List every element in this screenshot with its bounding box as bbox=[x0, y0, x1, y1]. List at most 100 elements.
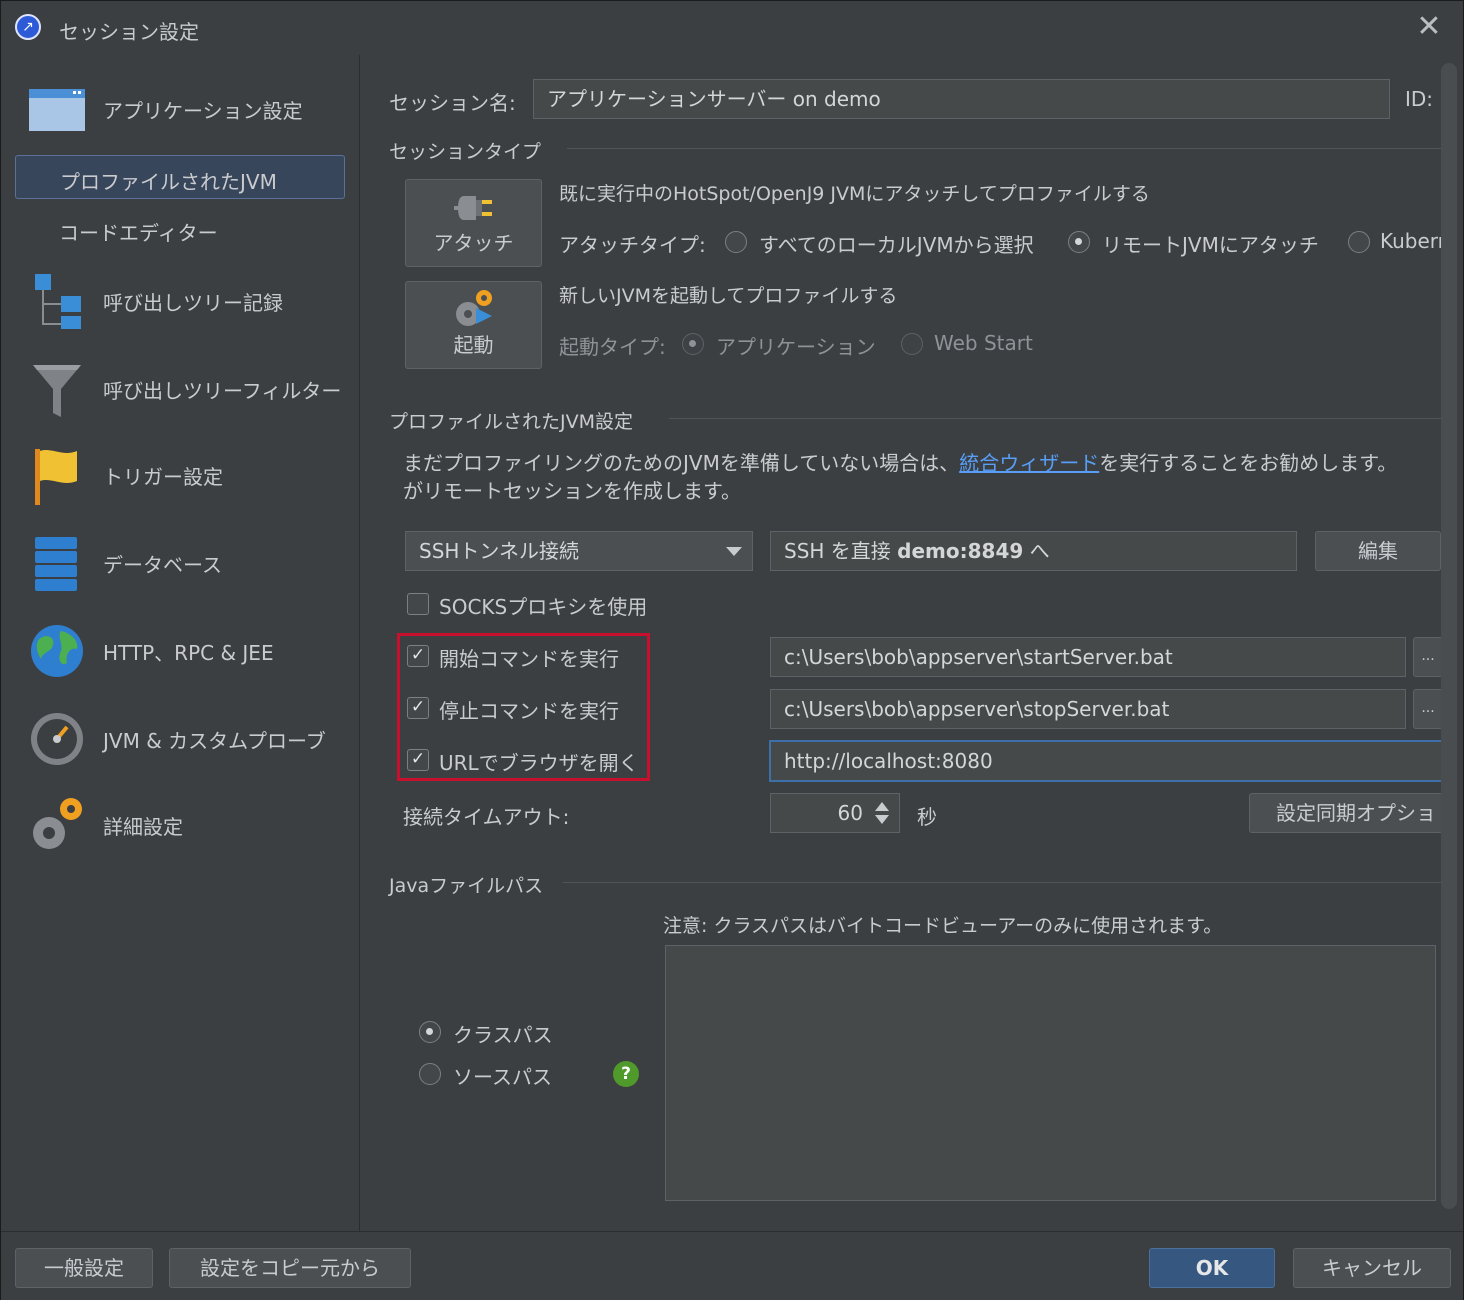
attach-local-radio[interactable] bbox=[725, 231, 747, 253]
footer-bar: 一般設定 設定をコピー元から OK キャンセル bbox=[1, 1231, 1463, 1300]
chevron-down-icon bbox=[726, 547, 742, 556]
socks-proxy-checkbox[interactable] bbox=[407, 593, 429, 615]
ok-button[interactable]: OK bbox=[1149, 1248, 1275, 1288]
timeout-unit-label: 秒 bbox=[917, 805, 937, 829]
attach-local-label: すべてのローカルJVMから選択 bbox=[759, 233, 1034, 257]
session-name-input[interactable]: アプリケーションサーバー on demo bbox=[533, 79, 1390, 119]
attach-description: 既に実行中のHotSpot/OpenJ9 JVMにアタッチしてプロファイルする bbox=[559, 183, 1150, 205]
connection-timeout-label: 接続タイムアウト: bbox=[403, 805, 570, 829]
stop-command-checkbox[interactable]: ✓ bbox=[407, 697, 429, 719]
sidebar-item-call-tree-recording[interactable]: 呼び出しツリー記録 bbox=[1, 261, 359, 341]
launch-application-radio[interactable] bbox=[682, 333, 704, 355]
window-title: セッション設定 bbox=[59, 20, 199, 44]
start-command-checkbox[interactable]: ✓ bbox=[407, 645, 429, 667]
sourcepath-radio[interactable] bbox=[419, 1063, 441, 1085]
sidebar-item-call-tree-filter[interactable]: 呼び出しツリーフィルター bbox=[1, 349, 359, 429]
sidebar-item-label: プロファイルされたJVM bbox=[60, 170, 277, 194]
info-text-pre: まだプロファイリングのためのJVMを準備していない場合は、 bbox=[403, 451, 960, 475]
sidebar-item-database[interactable]: データベース bbox=[1, 523, 359, 603]
stop-command-browse-button[interactable]: ... bbox=[1413, 689, 1443, 729]
sidebar-item-label: 呼び出しツリー記録 bbox=[103, 291, 283, 315]
sidebar-item-label: JVM & カスタムプローブ bbox=[103, 729, 326, 753]
general-settings-button[interactable]: 一般設定 bbox=[15, 1248, 153, 1288]
flag-icon bbox=[35, 449, 77, 505]
sidebar: アプリケーション設定 プロファイルされたJVM コードエディター 呼び出しツリー… bbox=[1, 55, 360, 1231]
session-id-label: ID: bbox=[1405, 87, 1434, 111]
stop-command-input[interactable]: c:\Users\bob\appserver\stopServer.bat bbox=[770, 689, 1406, 729]
plug-icon bbox=[454, 196, 492, 220]
gears-icon bbox=[33, 798, 82, 849]
copy-settings-button[interactable]: 設定をコピー元から bbox=[169, 1248, 411, 1288]
ssh-prefix: SSH を直接 bbox=[784, 539, 898, 563]
close-icon[interactable]: ✕ bbox=[1415, 11, 1443, 43]
ssh-host: demo:8849 bbox=[897, 539, 1024, 563]
cancel-button[interactable]: キャンセル bbox=[1293, 1248, 1451, 1288]
open-browser-label: URLでブラウザを開く bbox=[439, 751, 639, 775]
gauge-icon bbox=[31, 713, 83, 765]
sidebar-item-jvm-custom-probes[interactable]: JVM & カスタムプローブ bbox=[1, 699, 359, 779]
attach-remote-radio[interactable] bbox=[1068, 231, 1090, 253]
start-command-input[interactable]: c:\Users\bob\appserver\startServer.bat bbox=[770, 637, 1406, 677]
sourcepath-label: ソースパス bbox=[453, 1065, 552, 1089]
session-type-divider bbox=[567, 148, 1443, 149]
globe-icon bbox=[31, 625, 83, 677]
start-command-browse-button[interactable]: ... bbox=[1413, 637, 1443, 677]
session-settings-dialog: ↗ セッション設定 ✕ アプリケーション設定 プロファイルされたJVM コードエ… bbox=[0, 0, 1464, 1300]
integration-wizard-link[interactable]: 統合ウィザード bbox=[959, 451, 1099, 475]
attach-button[interactable]: アタッチ bbox=[405, 179, 542, 267]
connection-type-dropdown[interactable]: SSHトンネル接続 bbox=[405, 531, 753, 571]
sidebar-item-http-rpc-jee[interactable]: HTTP、RPC & JEE bbox=[1, 611, 359, 691]
sidebar-item-label: アプリケーション設定 bbox=[103, 99, 303, 123]
launch-type-label: 起動タイプ: bbox=[559, 335, 666, 359]
sidebar-item-trigger-settings[interactable]: トリガー設定 bbox=[1, 435, 359, 515]
sidebar-item-label: データベース bbox=[103, 553, 222, 577]
connection-type-value: SSHトンネル接続 bbox=[419, 539, 580, 563]
sync-options-button[interactable]: 設定同期オプショ bbox=[1249, 793, 1443, 833]
attach-button-label: アタッチ bbox=[433, 231, 514, 255]
jvm-settings-divider bbox=[669, 418, 1443, 419]
attach-kubernetes-label: Kubern bbox=[1380, 229, 1442, 253]
sidebar-item-application-settings[interactable]: アプリケーション設定 bbox=[1, 69, 359, 149]
sidebar-item-label: 呼び出しツリーフィルター bbox=[103, 379, 342, 403]
sidebar-item-profiled-jvm[interactable]: プロファイルされたJVM bbox=[15, 155, 345, 199]
vertical-scrollbar[interactable] bbox=[1441, 63, 1457, 1209]
launch-webstart-label: Web Start bbox=[934, 331, 1033, 355]
ssh-suffix: へ bbox=[1023, 539, 1050, 563]
path-list[interactable] bbox=[665, 945, 1436, 1201]
java-path-header: Javaファイルパス bbox=[389, 875, 544, 897]
socks-proxy-label: SOCKSプロキシを使用 bbox=[439, 595, 648, 619]
sidebar-item-label: コードエディター bbox=[59, 221, 218, 245]
launch-application-label: アプリケーション bbox=[716, 335, 876, 359]
main-panel: セッション名: アプリケーションサーバー on demo ID: セッションタイ… bbox=[361, 55, 1443, 1231]
spinner-arrows-icon[interactable] bbox=[873, 800, 891, 826]
launch-button[interactable]: 起動 bbox=[405, 281, 542, 369]
edit-button[interactable]: 編集 bbox=[1315, 531, 1441, 571]
classpath-label: クラスパス bbox=[453, 1023, 553, 1047]
timeout-value: 60 bbox=[837, 801, 863, 825]
sidebar-item-label: HTTP、RPC & JEE bbox=[103, 641, 274, 665]
sidebar-item-label: トリガー設定 bbox=[103, 465, 223, 489]
sidebar-item-advanced-settings[interactable]: 詳細設定 bbox=[1, 785, 359, 865]
java-path-note: 注意: クラスパスはバイトコードビューアーのみに使用されます。 bbox=[663, 915, 1223, 937]
stop-command-label: 停止コマンドを実行 bbox=[439, 699, 619, 723]
attach-remote-label: リモートJVMにアタッチ bbox=[1102, 233, 1319, 257]
attach-kubernetes-radio[interactable] bbox=[1348, 231, 1370, 253]
ssh-connection-summary: SSH を直接 demo:8849 へ bbox=[770, 531, 1297, 571]
attach-type-label: アタッチタイプ: bbox=[559, 233, 706, 257]
classpath-radio[interactable] bbox=[419, 1021, 441, 1043]
call-tree-icon bbox=[35, 274, 81, 329]
browser-url-input[interactable]: http://localhost:8080 bbox=[769, 740, 1443, 782]
java-path-divider bbox=[563, 882, 1443, 883]
launch-gear-icon bbox=[456, 290, 492, 326]
application-window-icon bbox=[29, 89, 85, 131]
jvm-settings-header: プロファイルされたJVM設定 bbox=[389, 411, 633, 433]
launch-webstart-radio[interactable] bbox=[901, 333, 923, 355]
sidebar-item-label: 詳細設定 bbox=[103, 815, 183, 839]
open-browser-checkbox[interactable]: ✓ bbox=[407, 749, 429, 771]
sidebar-item-code-editor[interactable]: コードエディター bbox=[15, 207, 345, 251]
connection-timeout-spinner[interactable]: 60 bbox=[770, 793, 900, 833]
title-bar: ↗ セッション設定 ✕ bbox=[1, 1, 1463, 55]
help-icon[interactable]: ? bbox=[613, 1061, 639, 1087]
launch-description: 新しいJVMを起動してプロファイルする bbox=[559, 285, 898, 307]
launch-button-label: 起動 bbox=[453, 333, 494, 357]
